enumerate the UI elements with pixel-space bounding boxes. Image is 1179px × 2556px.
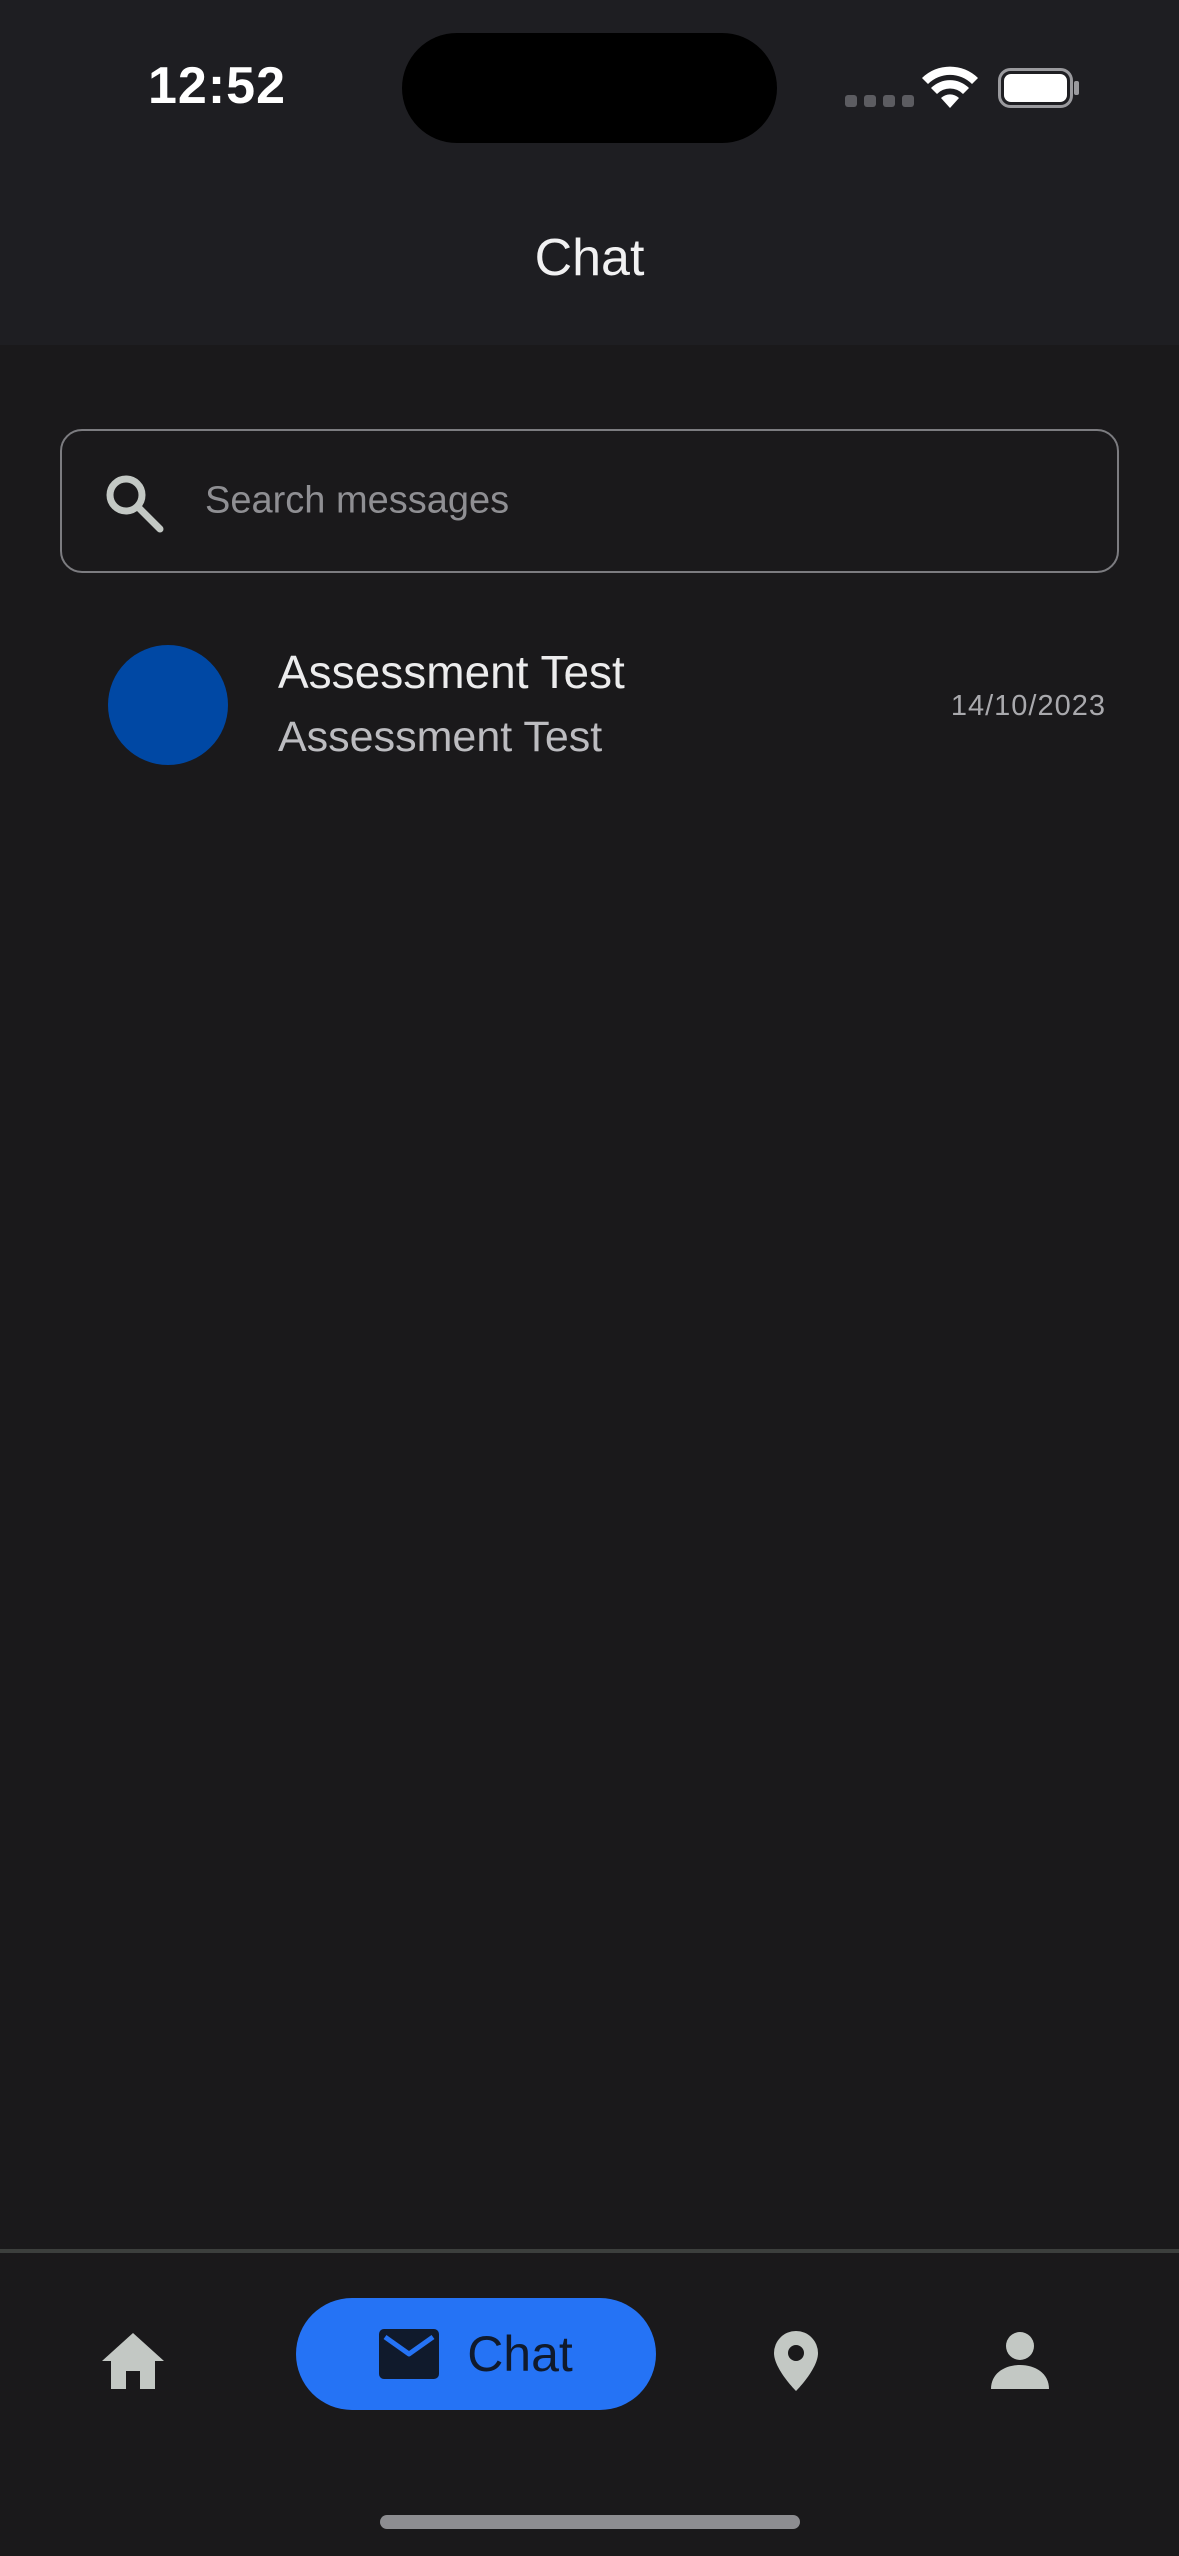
chat-screen: 12:52 Chat Search messages Assessment Te… [0,0,1179,2556]
location-pin-icon [774,2331,818,2391]
status-time: 12:52 [148,57,286,115]
nav-map-button[interactable] [756,2321,836,2401]
nav-chat-label: Chat [467,2326,573,2382]
search-icon [106,475,164,533]
nav-chat-button[interactable]: Chat [296,2298,656,2410]
search-placeholder: Search messages [205,479,510,522]
top-bar: 12:52 Chat [0,0,1179,345]
page-title: Chat [534,229,645,287]
battery-icon [998,68,1079,108]
search-input[interactable]: Search messages [60,429,1119,573]
bottom-navigation: Chat [0,2253,1179,2556]
conversation-preview: Assessment Test [278,713,603,761]
wifi-icon [922,66,978,108]
home-icon [102,2333,164,2389]
conversation-list-item[interactable]: Assessment Test Assessment Test 14/10/20… [60,630,1119,780]
conversation-name: Assessment Test [278,646,625,698]
cellular-signal-icon [845,95,914,107]
person-icon [991,2332,1049,2389]
home-indicator [380,2515,800,2529]
nav-profile-button[interactable] [980,2321,1060,2401]
nav-home-button[interactable] [95,2323,171,2399]
avatar [108,645,228,765]
mail-icon [379,2329,440,2379]
dynamic-island [402,33,777,143]
conversation-date: 14/10/2023 [950,690,1106,722]
